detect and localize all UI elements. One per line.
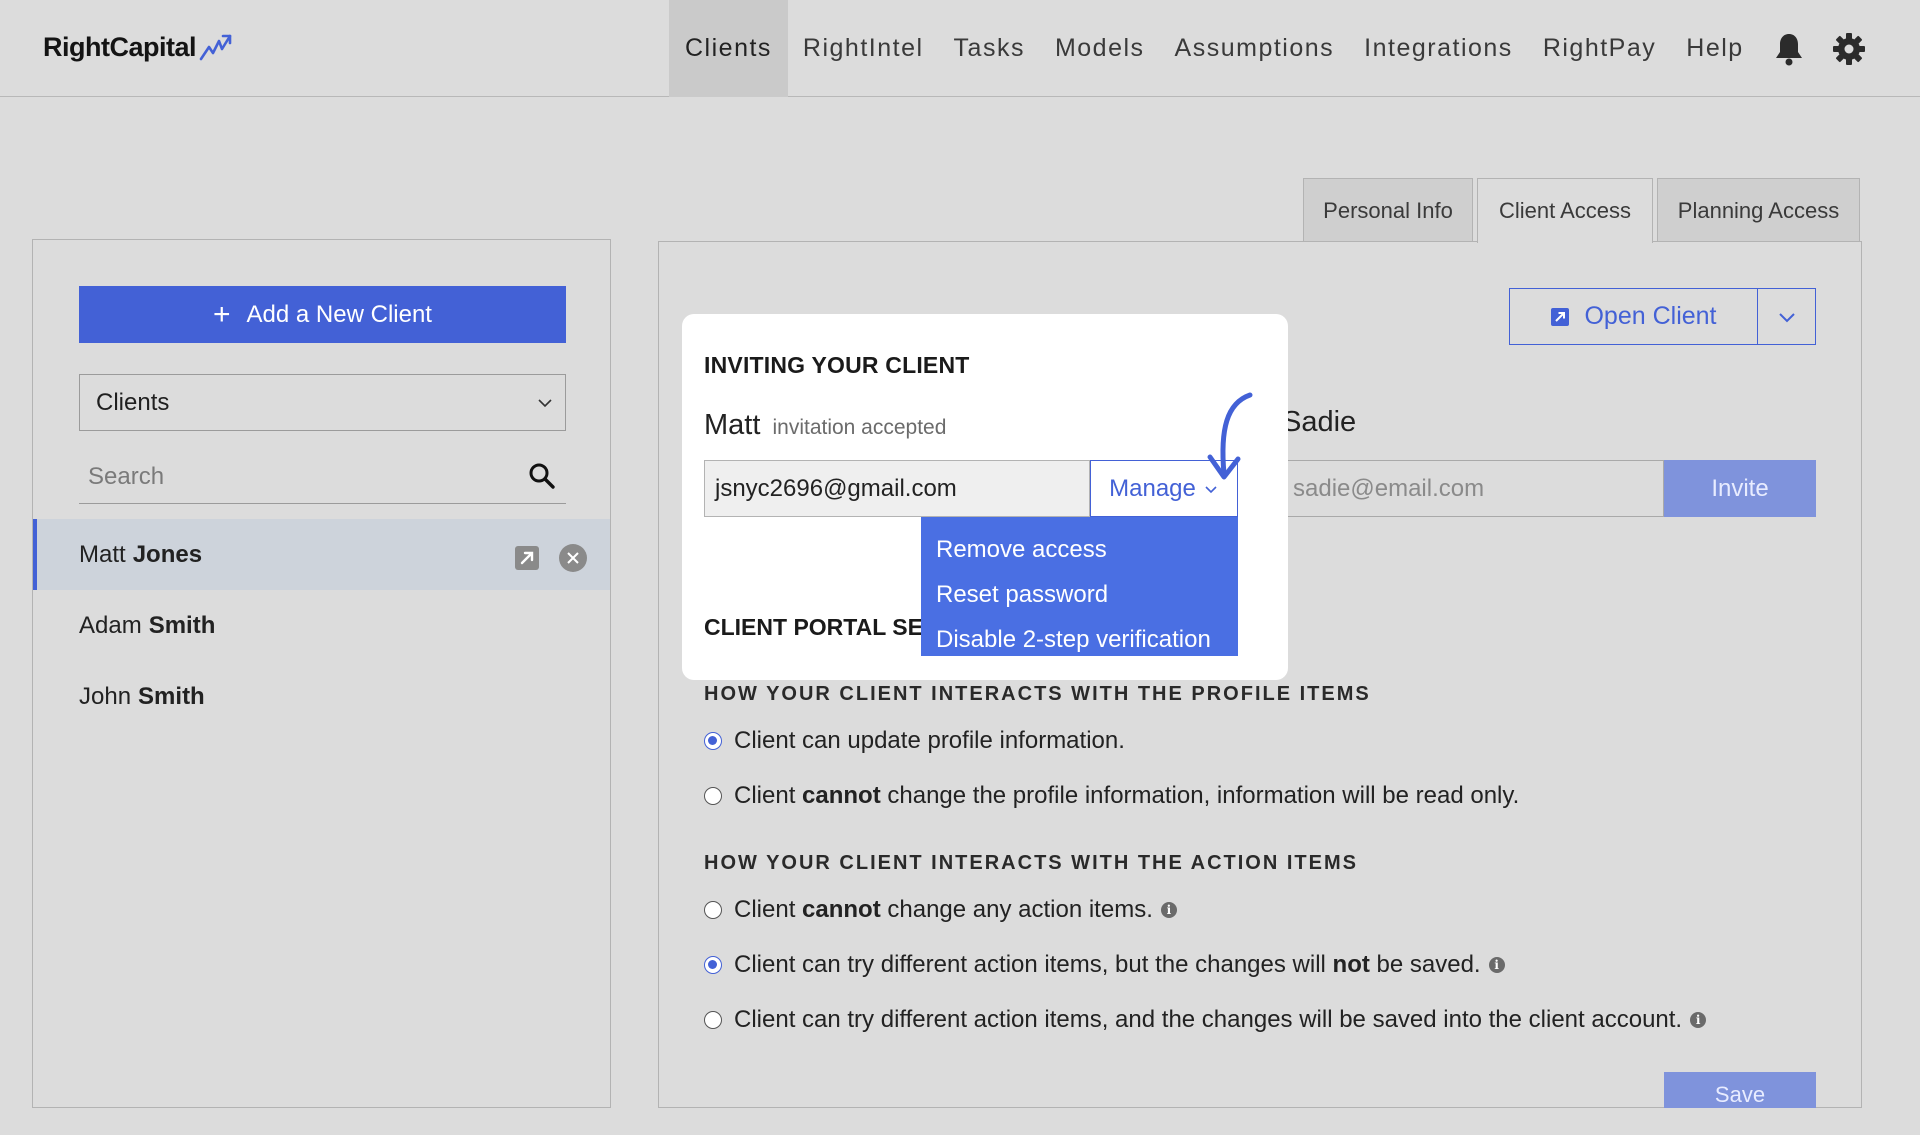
nav-rightintel[interactable]: RightIntel: [788, 0, 939, 97]
nav-clients[interactable]: Clients: [669, 0, 788, 97]
primary-email-field[interactable]: jsnyc2696@gmail.com: [704, 460, 1090, 517]
nav-models[interactable]: Models: [1040, 0, 1160, 97]
client-list-panel: + Add a New Client Clients Search Matt J…: [32, 239, 611, 1108]
open-client-button[interactable]: Open Client: [1510, 289, 1758, 344]
action-option-try-saved[interactable]: Client can try different action items, a…: [704, 1006, 1707, 1034]
radio-button-checked[interactable]: [704, 956, 722, 974]
client-first-name: John: [79, 682, 132, 710]
option-text: Client cannot change any action items.: [734, 896, 1153, 923]
main-nav: Clients RightIntel Tasks Models Assumpti…: [669, 0, 1879, 97]
client-filter-value: Clients: [96, 388, 170, 416]
chevron-down-icon: [1778, 312, 1795, 322]
plus-icon: +: [213, 297, 231, 331]
primary-client-label: Matt invitation accepted: [704, 409, 946, 442]
profile-items-heading: HOW YOUR CLIENT INTERACTS WITH THE PROFI…: [704, 683, 1371, 705]
manage-label: Manage: [1109, 474, 1196, 502]
invitation-status: invitation accepted: [772, 416, 947, 439]
menu-item-disable-2-step[interactable]: Disable 2-step verification: [921, 617, 1238, 662]
client-last-name: Smith: [148, 611, 216, 639]
bell-icon: [1775, 33, 1802, 65]
action-option-try-not-saved[interactable]: Client can try different action items, b…: [704, 951, 1505, 979]
info-icon[interactable]: i: [1160, 902, 1177, 918]
client-last-name: Smith: [138, 682, 205, 710]
invite-button[interactable]: Invite: [1664, 460, 1816, 517]
add-new-client-label: Add a New Client: [246, 300, 432, 328]
client-portal-heading: CLIENT PORTAL SET: [704, 614, 937, 640]
client-row-matt-jones[interactable]: Matt Jones: [33, 519, 610, 590]
top-nav-bar: RightCapital Clients RightIntel Tasks Mo…: [0, 0, 1920, 97]
notifications-button[interactable]: [1759, 0, 1819, 97]
save-button[interactable]: Save: [1664, 1072, 1816, 1108]
profile-option-read-only[interactable]: Client cannot change the profile informa…: [704, 782, 1519, 810]
menu-item-remove-access[interactable]: Remove access: [921, 527, 1238, 572]
info-icon[interactable]: i: [1488, 957, 1505, 973]
primary-client-name: Matt: [704, 409, 761, 441]
inviting-client-card: INVITING YOUR CLIENT Matt invitation acc…: [682, 314, 1288, 680]
chevron-down-icon: [538, 399, 552, 408]
logo-text: RightCapital: [43, 32, 197, 62]
client-first-name: Adam: [79, 611, 142, 639]
radio-button[interactable]: [704, 901, 722, 919]
client-row-john-smith[interactable]: John Smith: [33, 661, 610, 732]
client-first-name: Matt: [79, 540, 126, 568]
profile-option-update[interactable]: Client can update profile information.: [704, 727, 1125, 755]
client-filter-select[interactable]: Clients: [79, 374, 566, 431]
manage-dropdown-menu: Remove access Reset password Disable 2-s…: [921, 517, 1238, 656]
gear-icon: [1832, 32, 1865, 65]
tab-planning-access[interactable]: Planning Access: [1657, 178, 1860, 242]
tab-personal-info[interactable]: Personal Info: [1303, 178, 1473, 242]
open-external-icon[interactable]: [514, 545, 540, 571]
action-items-heading: HOW YOUR CLIENT INTERACTS WITH THE ACTIO…: [704, 852, 1358, 874]
add-new-client-button[interactable]: + Add a New Client: [79, 286, 566, 343]
option-text: Client cannot change the profile informa…: [734, 782, 1520, 809]
open-client-label: Open Client: [1584, 302, 1717, 330]
rightcapital-logo[interactable]: RightCapital: [43, 32, 233, 63]
remove-client-icon[interactable]: [558, 543, 588, 573]
client-row-actions: [514, 543, 588, 573]
spouse-email-field[interactable]: sadie@email.com: [1282, 460, 1664, 517]
option-text: Client can try different action items, a…: [734, 1006, 1683, 1033]
settings-button[interactable]: [1819, 0, 1879, 97]
option-text: Client can update profile information.: [734, 727, 1125, 754]
logo-arrow-icon: [199, 34, 232, 60]
client-search-input[interactable]: Search: [79, 450, 566, 504]
open-client-dropdown[interactable]: [1758, 289, 1815, 344]
inviting-client-heading: INVITING YOUR CLIENT: [704, 352, 970, 378]
search-placeholder: Search: [88, 462, 165, 490]
action-option-cannot-change[interactable]: Client cannot change any action items. i: [704, 896, 1177, 924]
menu-item-reset-password[interactable]: Reset password: [921, 572, 1238, 617]
radio-button-checked[interactable]: [704, 732, 722, 750]
nav-assumptions[interactable]: Assumptions: [1160, 0, 1350, 97]
open-client-split-button: Open Client: [1509, 288, 1816, 345]
nav-rightpay[interactable]: RightPay: [1528, 0, 1671, 97]
radio-button[interactable]: [704, 787, 722, 805]
spouse-name: Sadie: [1282, 406, 1357, 438]
nav-help[interactable]: Help: [1671, 0, 1758, 97]
option-text: Client can try different action items, b…: [734, 951, 1481, 978]
tab-client-access[interactable]: Client Access: [1477, 178, 1653, 243]
radio-button[interactable]: [704, 1011, 722, 1029]
client-last-name: Jones: [132, 540, 203, 568]
info-icon[interactable]: i: [1690, 1012, 1707, 1028]
nav-integrations[interactable]: Integrations: [1349, 0, 1528, 97]
search-icon[interactable]: [528, 462, 556, 490]
client-row-adam-smith[interactable]: Adam Smith: [33, 590, 610, 661]
nav-tasks[interactable]: Tasks: [939, 0, 1040, 97]
open-external-icon: [1551, 307, 1570, 326]
annotation-arrow-icon: [1207, 392, 1253, 480]
